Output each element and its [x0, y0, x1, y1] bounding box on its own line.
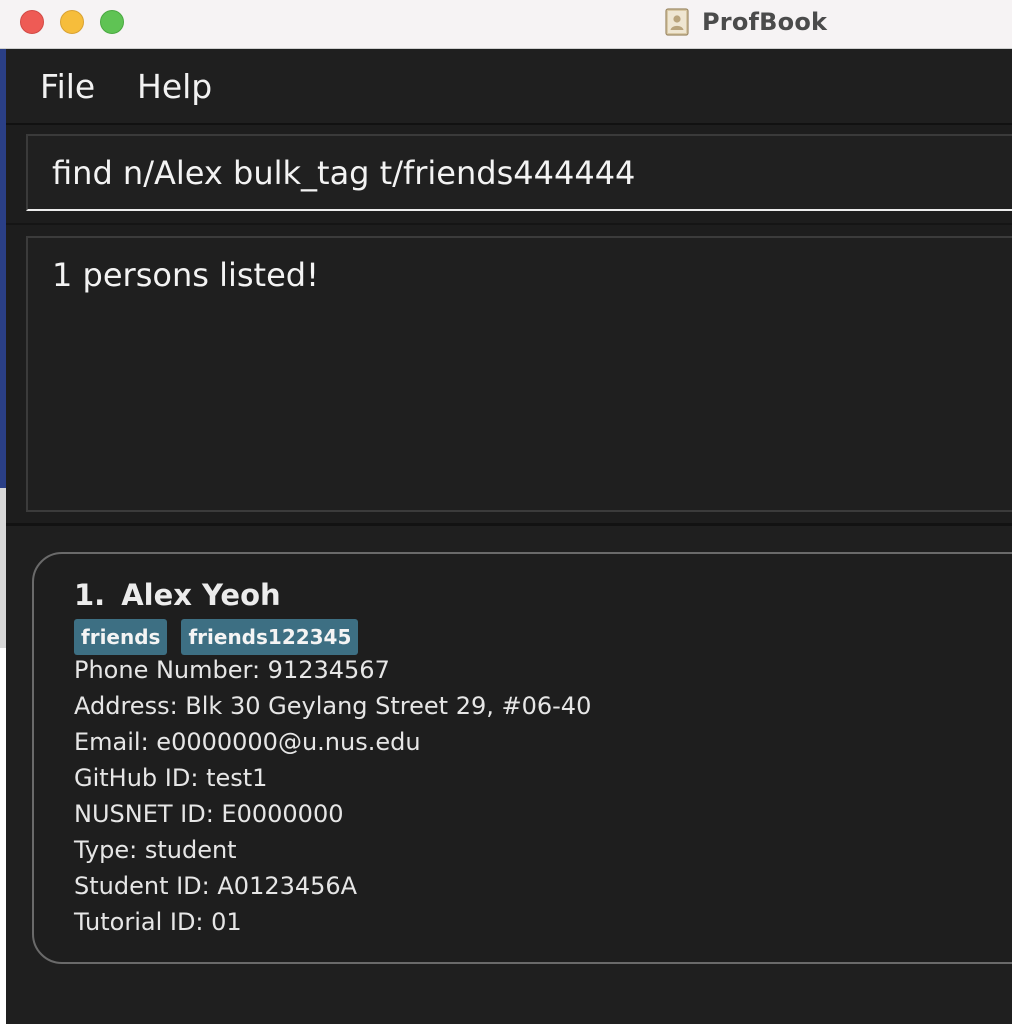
command-input-text[interactable]: find n/Alex bulk_tag t/friends444444 — [52, 154, 635, 192]
close-icon[interactable] — [20, 10, 44, 34]
tag-list: friends friends122345 — [74, 619, 359, 655]
menu-bar: File Help — [6, 49, 1012, 125]
type-field: Type: student — [74, 836, 237, 864]
maximize-icon[interactable] — [100, 10, 124, 34]
screen: ProfBook File Help find n/Alex bulk_tag … — [0, 0, 1012, 1024]
result-display[interactable]: 1 persons listed! — [26, 236, 1012, 512]
student-id-field: Student ID: A0123456A — [74, 872, 358, 900]
tag-badge: friends — [74, 619, 168, 655]
tag-badge: friends122345 — [181, 619, 359, 655]
app-window: File Help find n/Alex bulk_tag t/friends… — [6, 49, 1012, 1024]
command-input[interactable]: find n/Alex bulk_tag t/friends444444 — [26, 134, 1012, 211]
tutorial-id-field: Tutorial ID: 01 — [74, 908, 242, 936]
window-title: ProfBook — [702, 8, 828, 36]
nusnet-field: NUSNET ID: E0000000 — [74, 800, 344, 828]
email-field: Email: e0000000@u.nus.edu — [74, 728, 421, 756]
minimize-icon[interactable] — [60, 10, 84, 34]
github-field: GitHub ID: test1 — [74, 764, 268, 792]
phone-field: Phone Number: 91234567 — [74, 656, 390, 684]
window-title-group: ProfBook — [664, 6, 827, 38]
person-list-panel: 1. Alex Yeoh friends friends122345 Phone … — [6, 526, 1012, 1024]
person-header: 1. Alex Yeoh — [74, 578, 281, 612]
command-box-panel: find n/Alex bulk_tag t/friends444444 — [6, 125, 1012, 225]
result-message: 1 persons listed! — [52, 256, 319, 294]
person-index: 1. — [74, 578, 106, 612]
result-display-panel: 1 persons listed! — [6, 225, 1012, 526]
address-field: Address: Blk 30 Geylang Street 29, #06-4… — [74, 692, 592, 720]
person-name: Alex Yeoh — [121, 578, 281, 612]
menu-file[interactable]: File — [40, 67, 95, 106]
address-book-icon — [665, 8, 689, 36]
menu-help[interactable]: Help — [137, 67, 212, 106]
title-bar[interactable]: ProfBook — [0, 0, 1012, 49]
person-card[interactable]: 1. Alex Yeoh friends friends122345 Phone … — [32, 552, 1012, 964]
